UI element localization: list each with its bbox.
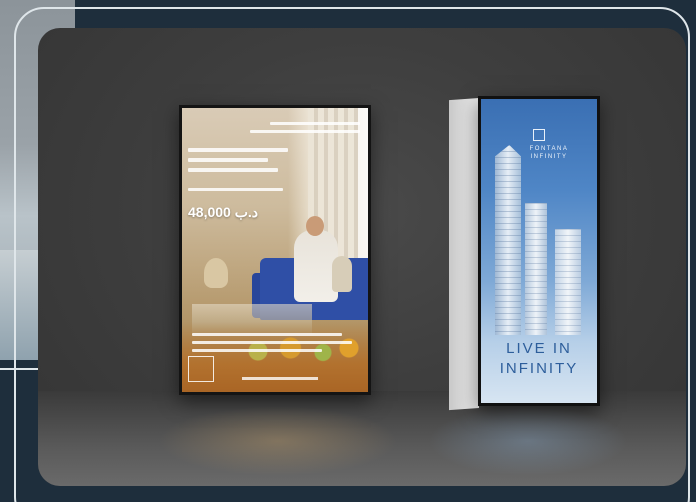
child	[332, 256, 352, 292]
slogan-line-2: INFINITY	[499, 360, 579, 377]
brand-logo-icon	[188, 356, 214, 382]
left-advert-image: 48,000 د.ب	[182, 108, 368, 392]
floor-reflection-left	[158, 406, 398, 476]
arabic-footer-line	[192, 333, 342, 336]
arabic-body-line	[188, 158, 268, 162]
arabic-body-line	[188, 168, 278, 172]
tower-building	[555, 229, 581, 335]
tower-building	[525, 203, 547, 335]
brand-line-2: INFINITY	[530, 154, 568, 160]
decorative-divider	[0, 368, 40, 370]
arabic-footer-line	[192, 349, 322, 352]
arabic-body-line	[188, 148, 288, 152]
left-lightbox-advert: 48,000 د.ب	[179, 105, 371, 395]
right-lightbox-advert: FONTANA INFINITY LIVE IN INFINITY	[478, 96, 600, 406]
man-head	[306, 216, 324, 236]
arabic-headline-line	[250, 130, 360, 133]
tower-building	[495, 145, 521, 335]
brand-name: FONTANA INFINITY	[519, 145, 579, 161]
slogan-line-1: LIVE IN	[506, 340, 572, 357]
lightbox-side-panel	[449, 98, 479, 411]
arabic-headline-line	[270, 122, 360, 125]
website-url-bar	[242, 377, 318, 380]
advert-slogan: LIVE IN INFINITY	[481, 339, 597, 379]
main-photo: 48,000 د.ب FONTANA INFINITY LIVE IN INFI…	[38, 28, 686, 486]
price-text: 48,000 د.ب	[188, 204, 259, 220]
right-advert-image: FONTANA INFINITY LIVE IN INFINITY	[481, 99, 597, 403]
arabic-footer-line	[192, 341, 352, 344]
brand-logo-icon	[533, 129, 545, 141]
lamp	[204, 258, 228, 288]
arabic-subline	[188, 188, 283, 191]
floor-reflection-right	[428, 406, 628, 476]
brand-line-1: FONTANA	[529, 146, 569, 152]
